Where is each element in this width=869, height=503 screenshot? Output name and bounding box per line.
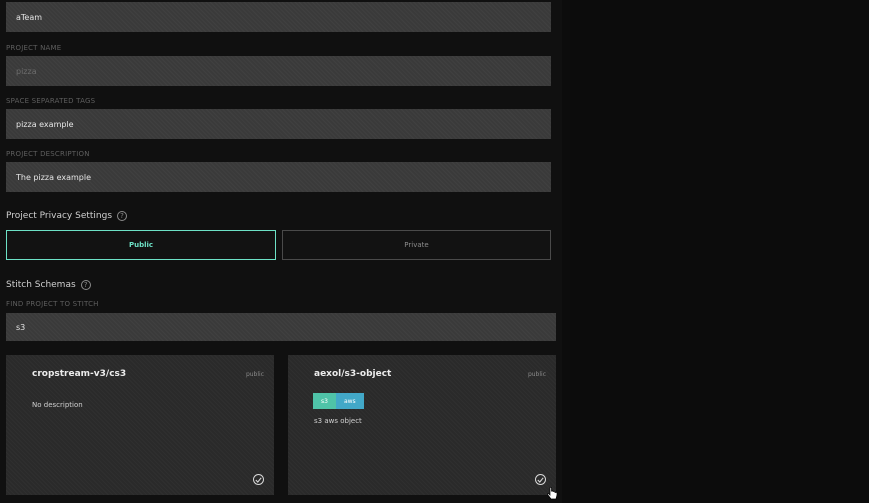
- card-tags: s3 aws: [313, 393, 364, 409]
- stitch-search-value: s3: [16, 322, 26, 332]
- help-icon[interactable]: ?: [80, 280, 91, 290]
- help-icon[interactable]: ?: [117, 211, 128, 221]
- privacy-title-text: Project Privacy Settings: [6, 211, 113, 221]
- project-form-page: aTeam PROJECT NAME pizza SPACE SEPARATED…: [0, 0, 869, 503]
- hand-cursor-icon: [547, 487, 558, 500]
- tag-aws[interactable]: aws: [335, 393, 364, 409]
- right-empty-panel: [562, 0, 869, 503]
- project-name-label: PROJECT NAME: [6, 44, 62, 52]
- tag-s3[interactable]: s3: [313, 393, 336, 409]
- card-visibility: public: [527, 371, 546, 378]
- project-name-value: pizza: [16, 66, 37, 76]
- check-circle-icon[interactable]: [253, 474, 264, 485]
- card-title: aexol/s3-object: [314, 369, 392, 379]
- schema-card[interactable]: aexol/s3-object public s3 aws s3 aws obj…: [288, 355, 556, 495]
- card-title: cropstream-v3/cs3: [32, 369, 127, 379]
- public-button-label: Public: [128, 241, 154, 249]
- private-button-label: Private: [404, 241, 429, 249]
- stitch-section-title: Stitch Schemas ?: [6, 280, 91, 290]
- project-name-field[interactable]: pizza: [6, 56, 551, 86]
- team-field[interactable]: aTeam: [6, 2, 551, 32]
- description-value: The pizza example: [16, 172, 91, 182]
- stitch-search-label: FIND PROJECT TO STITCH: [6, 300, 99, 308]
- private-button[interactable]: Private: [282, 230, 551, 260]
- check-mark-icon: [537, 476, 544, 483]
- stitch-title-text: Stitch Schemas: [6, 280, 76, 290]
- stitch-search-input[interactable]: s3: [6, 313, 556, 341]
- tags-label: SPACE SEPARATED TAGS: [6, 97, 96, 105]
- card-visibility: public: [245, 371, 264, 378]
- public-button[interactable]: Public: [6, 230, 276, 260]
- tags-field[interactable]: pizza example: [6, 109, 551, 139]
- card-description: No description: [32, 401, 83, 409]
- tags-value: pizza example: [16, 119, 74, 129]
- description-label: PROJECT DESCRIPTION: [6, 150, 90, 158]
- privacy-section-title: Project Privacy Settings ?: [6, 211, 128, 221]
- card-description: s3 aws object: [314, 417, 362, 425]
- check-circle-icon[interactable]: [535, 474, 546, 485]
- schema-card[interactable]: cropstream-v3/cs3 public No description: [6, 355, 274, 495]
- team-field-value: aTeam: [16, 12, 43, 22]
- check-mark-icon: [255, 476, 262, 483]
- description-field[interactable]: The pizza example: [6, 162, 551, 192]
